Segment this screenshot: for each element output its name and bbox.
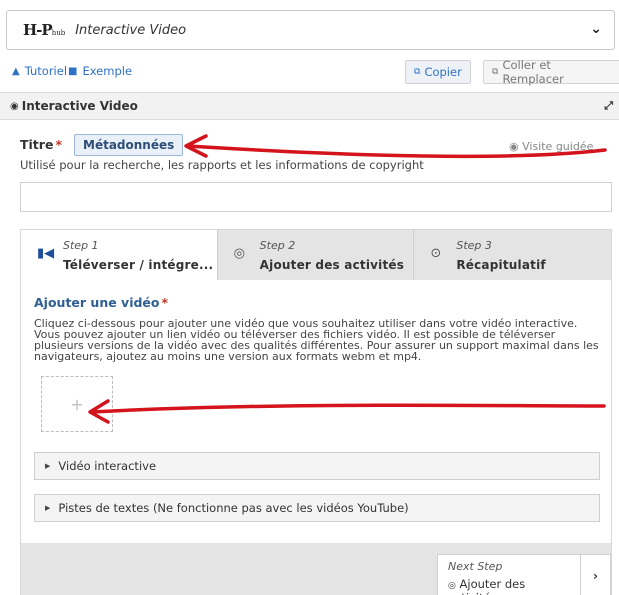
toolbar: ▲ Tutoriel ■ Exemple ⧉ Copier ⧉ Coller e… xyxy=(0,58,619,86)
copy-button[interactable]: ⧉ Copier xyxy=(405,60,471,84)
text-tracks-group[interactable]: ▶ Pistes de textes (Ne fonctionne pas av… xyxy=(34,494,600,522)
h5p-logo: H-Phub xyxy=(23,21,66,39)
title-input[interactable] xyxy=(20,182,612,212)
exemple-link[interactable]: ■ Exemple xyxy=(68,64,132,78)
add-video-description: Cliquez ci-dessous pour ajouter une vidé… xyxy=(34,317,599,363)
add-video-button[interactable]: + xyxy=(41,376,113,432)
chevron-down-icon[interactable]: ⌄ xyxy=(590,21,602,37)
lightbulb-icon: ◎ xyxy=(233,246,246,261)
paste-replace-button[interactable]: ⧉ Coller et Remplacer xyxy=(483,58,619,86)
help-icon: ◉ xyxy=(509,140,519,153)
add-video-label: Ajouter une vidéo * xyxy=(34,295,169,310)
plus-icon: + xyxy=(70,394,84,414)
graduation-cap-icon: ▲ xyxy=(12,65,20,77)
titre-label: Titre * xyxy=(20,137,62,152)
guided-tour-link[interactable]: ◉ Visite guidée xyxy=(509,140,593,153)
title-help-text: Utilisé pour la recherche, les rapports … xyxy=(20,158,424,172)
fullscreen-icon[interactable]: ⤢ xyxy=(604,99,613,113)
lightbulb-icon: ◎ xyxy=(448,581,456,591)
next-step-button[interactable]: Next Step ◎ Ajouter des activités › xyxy=(437,554,611,595)
tab-step-1[interactable]: ▮◀ Step 1 Téléverser / intégre... xyxy=(21,230,218,280)
paste-icon: ⧉ xyxy=(492,67,499,77)
step-body: Ajouter une vidéo * Cliquez ci-dessous po… xyxy=(21,280,611,543)
caret-right-icon: ▶ xyxy=(45,462,51,470)
tab-step-3[interactable]: ⊙ Step 3 Récapitulatif xyxy=(414,230,611,280)
step-tabs: ▮◀ Step 1 Téléverser / intégre... ◎ Step… xyxy=(21,230,611,280)
library-header[interactable]: H-Phub Interactive Video ⌄ xyxy=(6,10,615,50)
metadata-button[interactable]: Métadonnées xyxy=(74,134,184,156)
collapse-icon: ◉ xyxy=(10,100,19,112)
caret-right-icon: ▶ xyxy=(45,504,51,512)
examples-icon: ■ xyxy=(68,65,78,77)
section-header[interactable]: ◉ Interactive Video ⤢ xyxy=(0,92,619,120)
next-step-text: Next Step ◎ Ajouter des activités xyxy=(438,555,581,595)
copy-icon: ⧉ xyxy=(414,67,421,77)
check-circle-icon: ⊙ xyxy=(430,246,442,261)
steps-footer: Next Step ◎ Ajouter des activités › xyxy=(21,543,611,595)
video-camera-icon: ▮◀ xyxy=(37,246,55,261)
interactive-video-group[interactable]: ▶ Vidéo interactive xyxy=(34,452,600,480)
steps-panel: ▮◀ Step 1 Téléverser / intégre... ◎ Step… xyxy=(20,229,612,595)
tutoriel-link[interactable]: ▲ Tutoriel xyxy=(12,64,67,78)
tab-step-2[interactable]: ◎ Step 2 Ajouter des activités xyxy=(218,230,415,280)
library-title: Interactive Video xyxy=(75,22,187,38)
chevron-right-icon: › xyxy=(593,569,598,583)
